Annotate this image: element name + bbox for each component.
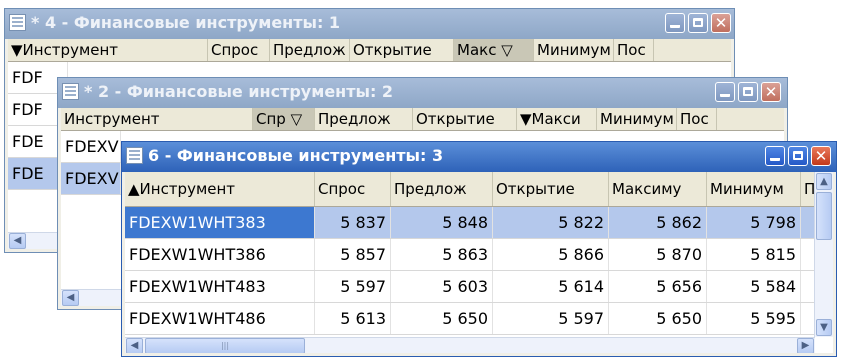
titlebar[interactable]: * 2 - Финансовые инструменты: 2 ✕	[58, 78, 787, 108]
grid: ▲Инструмент Спрос Предлож Открытие Макси…	[125, 172, 833, 353]
window-icon	[9, 14, 26, 31]
bid-cell[interactable]: 5 613	[315, 303, 391, 334]
minimize-icon	[670, 17, 680, 28]
window-title: 6 - Финансовые инструменты: 3	[148, 146, 444, 165]
column-header[interactable]: Спрос	[315, 172, 391, 206]
instrument-cell[interactable]: FDEXW1WHT383	[125, 207, 315, 238]
bid-cell[interactable]: 5 597	[315, 271, 391, 302]
close-icon: ✕	[714, 14, 728, 32]
grid-header: Инструмент Спр ▽ Предлож Открытие ▼Макси…	[61, 108, 784, 131]
minimize-icon	[720, 86, 730, 97]
column-header[interactable]: ▼Инструмент	[8, 39, 208, 61]
instrument-cell[interactable]: FDEXV	[61, 163, 121, 194]
min-cell[interactable]: 5 584	[707, 271, 801, 302]
window-title: * 4 - Финансовые инструменты: 1	[31, 13, 341, 32]
close-button[interactable]: ✕	[811, 146, 831, 166]
column-header[interactable]: Пос	[677, 108, 717, 130]
column-header[interactable]: Минимум	[534, 39, 614, 61]
column-header[interactable]: Спрос	[208, 39, 270, 61]
scroll-left-icon[interactable]: ◀	[126, 338, 143, 353]
instrument-cell[interactable]: FDEXW1WHT483	[125, 271, 315, 302]
vertical-scrollbar[interactable]: ▲ ▼	[814, 172, 833, 337]
horizontal-scrollbar[interactable]: ◀ ||| ▶	[125, 337, 815, 353]
maximize-button[interactable]	[788, 146, 808, 166]
maximize-icon	[743, 87, 753, 96]
table-row[interactable]: FDEXW1WHT486 5 613 5 650 5 597 5 650 5 5…	[125, 303, 815, 335]
column-header[interactable]: Минимум	[597, 108, 677, 130]
maximize-button[interactable]	[688, 13, 708, 33]
scroll-down-icon[interactable]: ▼	[816, 319, 832, 336]
column-header[interactable]: Спр ▽	[253, 108, 315, 130]
ask-cell[interactable]: 5 650	[391, 303, 493, 334]
minimize-icon	[770, 150, 780, 161]
window-icon	[62, 83, 79, 100]
column-header[interactable]: Открытие	[350, 39, 454, 61]
instrument-cell[interactable]: FDEXV	[61, 131, 121, 162]
column-header[interactable]: Предлож	[270, 39, 350, 61]
open-cell[interactable]: 5 614	[493, 271, 609, 302]
maximize-icon	[793, 151, 803, 160]
bid-cell[interactable]: 5 857	[315, 239, 391, 270]
grid-header: ▼Инструмент Спрос Предлож Открытие Макс …	[8, 39, 731, 62]
ask-cell[interactable]: 5 863	[391, 239, 493, 270]
open-cell[interactable]: 5 822	[493, 207, 609, 238]
scroll-right-icon[interactable]: ▶	[797, 338, 814, 353]
scroll-thumb[interactable]	[816, 192, 832, 240]
window-title: * 2 - Финансовые инструменты: 2	[84, 82, 394, 101]
max-cell[interactable]: 5 656	[609, 271, 707, 302]
grid-header: ▲Инструмент Спрос Предлож Открытие Макси…	[125, 172, 821, 207]
column-header[interactable]: Открытие	[493, 172, 609, 206]
min-cell[interactable]: 5 798	[707, 207, 801, 238]
column-header[interactable]: Инструмент	[61, 108, 253, 130]
window-icon	[126, 147, 143, 164]
window-instruments-3[interactable]: 6 - Финансовые инструменты: 3 ✕ ▲Инструм…	[121, 141, 837, 357]
instrument-cell[interactable]: FDEXW1WHT386	[125, 239, 315, 270]
bid-cell[interactable]: 5 837	[315, 207, 391, 238]
column-header[interactable]: Минимум	[707, 172, 801, 206]
scroll-thumb[interactable]: |||	[145, 338, 305, 353]
maximize-icon	[693, 18, 703, 27]
instrument-cell[interactable]: FDEXW1WHT486	[125, 303, 315, 334]
ask-cell[interactable]: 5 848	[391, 207, 493, 238]
min-cell[interactable]: 5 815	[707, 239, 801, 270]
titlebar[interactable]: 6 - Финансовые инструменты: 3 ✕	[122, 142, 836, 172]
close-button[interactable]: ✕	[711, 13, 731, 33]
minimize-button[interactable]	[765, 146, 785, 166]
minimize-button[interactable]	[715, 82, 735, 102]
column-header[interactable]: Максиму	[609, 172, 707, 206]
column-header[interactable]: Предлож	[315, 108, 413, 130]
max-cell[interactable]: 5 862	[609, 207, 707, 238]
min-cell[interactable]: 5 595	[707, 303, 801, 334]
max-cell[interactable]: 5 650	[609, 303, 707, 334]
max-cell[interactable]: 5 870	[609, 239, 707, 270]
table-row[interactable]: FDEXW1WHT483 5 597 5 603 5 614 5 656 5 5…	[125, 271, 815, 303]
open-cell[interactable]: 5 597	[493, 303, 609, 334]
close-icon: ✕	[764, 83, 778, 101]
scroll-up-icon[interactable]: ▲	[816, 173, 832, 190]
scroll-left-icon[interactable]: ◀	[9, 233, 26, 249]
column-header[interactable]: Предлож	[391, 172, 493, 206]
table-row[interactable]: FDEXW1WHT386 5 857 5 863 5 866 5 870 5 8…	[125, 239, 815, 271]
open-cell[interactable]: 5 866	[493, 239, 609, 270]
column-header[interactable]: ▼Макси	[517, 108, 597, 130]
ask-cell[interactable]: 5 603	[391, 271, 493, 302]
column-header[interactable]: Открытие	[413, 108, 517, 130]
titlebar[interactable]: * 4 - Финансовые инструменты: 1 ✕	[5, 9, 734, 39]
close-button[interactable]: ✕	[761, 82, 781, 102]
column-header[interactable]: Пос	[614, 39, 654, 61]
column-header[interactable]: Макс ▽	[454, 39, 534, 61]
maximize-button[interactable]	[738, 82, 758, 102]
column-header[interactable]: ▲Инструмент	[125, 172, 315, 206]
scroll-left-icon[interactable]: ◀	[62, 290, 79, 306]
minimize-button[interactable]	[665, 13, 685, 33]
table-row[interactable]: FDEXW1WHT383 5 837 5 848 5 822 5 862 5 7…	[125, 207, 815, 239]
close-icon: ✕	[814, 147, 828, 165]
